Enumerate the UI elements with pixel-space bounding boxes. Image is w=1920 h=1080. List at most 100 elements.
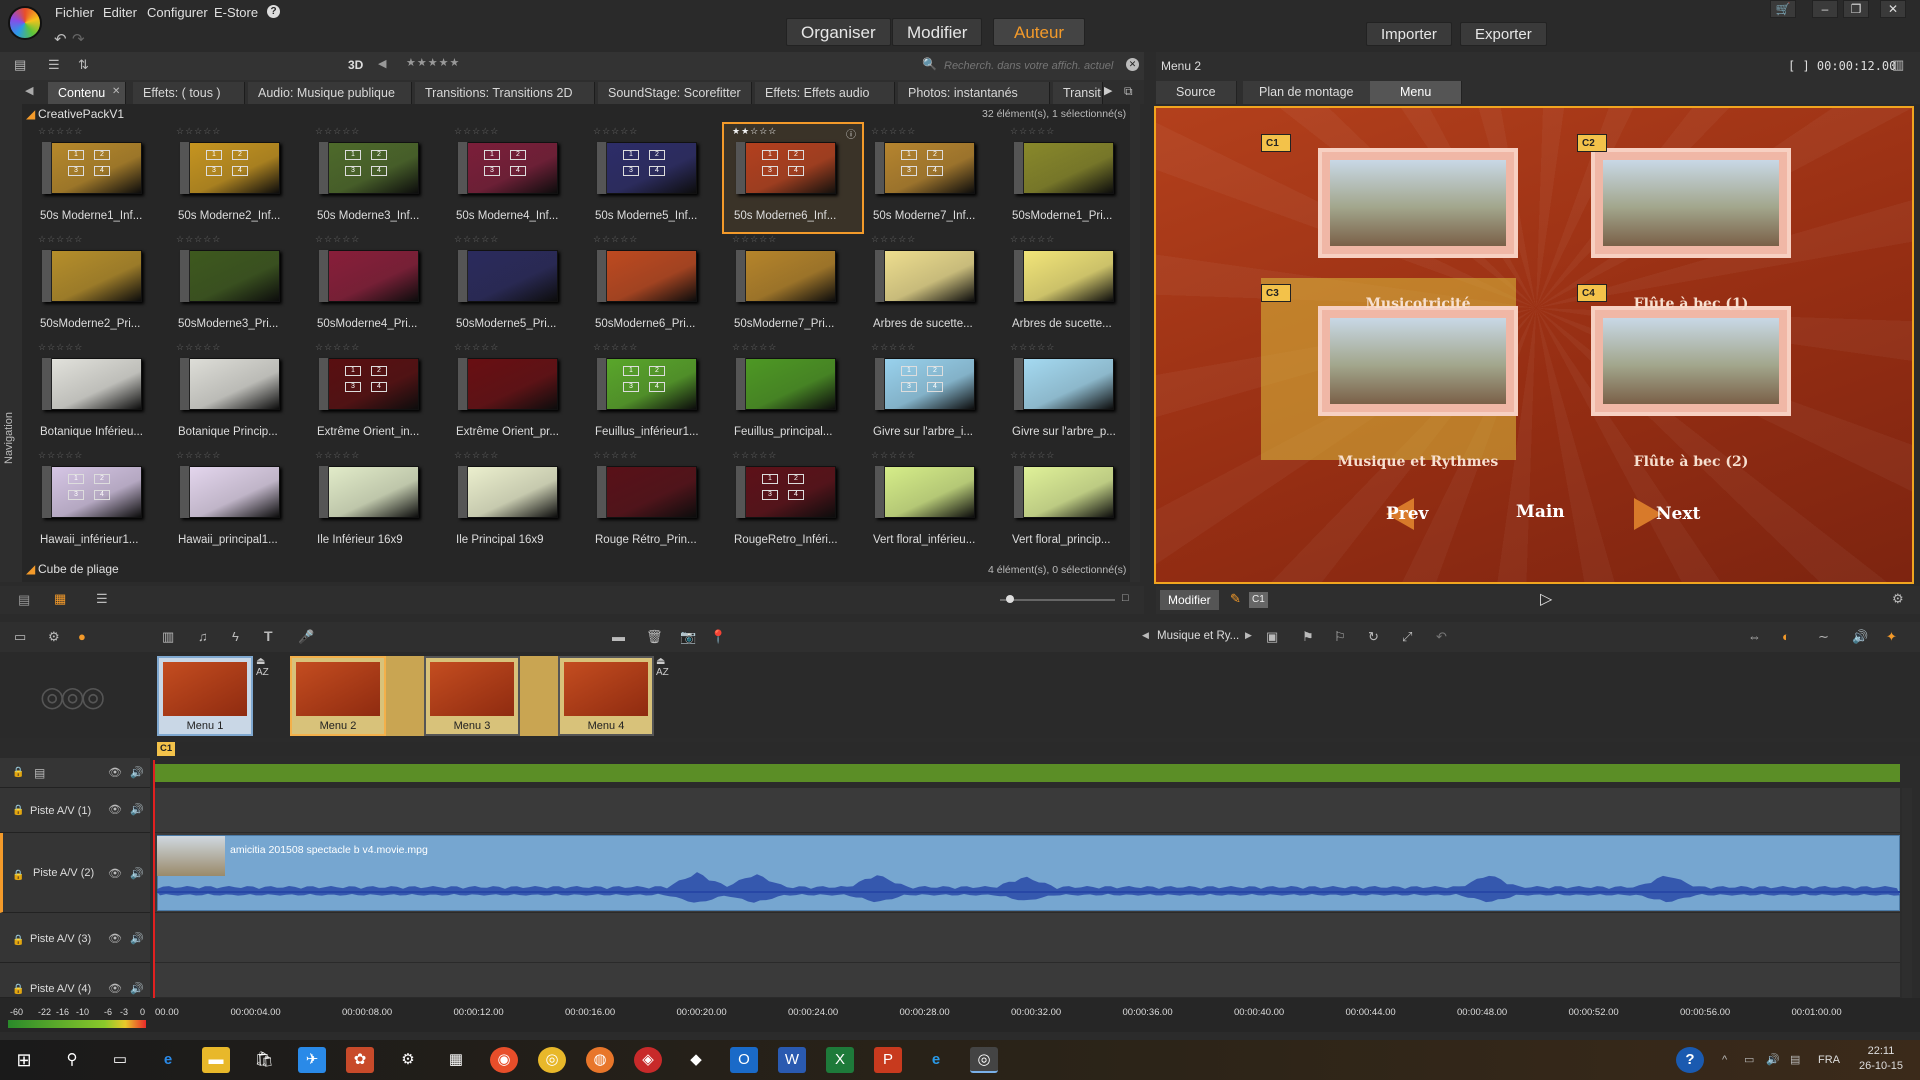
rating-stars[interactable]: ☆☆☆☆☆ [732, 450, 777, 461]
rating-stars[interactable]: ☆☆☆☆☆ [38, 234, 83, 245]
chapter-caption-2[interactable]: Flûte à bec (1) [1581, 296, 1801, 312]
chapter-badge-c2[interactable]: C2 [1577, 134, 1607, 152]
scorefitter-icon[interactable]: ♫ [198, 629, 208, 644]
rating-stars[interactable]: ☆☆☆☆☆ [315, 450, 360, 461]
library-item[interactable]: ☆☆☆☆☆ 1 2 3 4 50s Moderne4_Inf... [446, 124, 584, 232]
chapter-tag[interactable]: C1 [1249, 592, 1268, 608]
menu-file[interactable]: Fichier [55, 5, 94, 20]
speaker-icon[interactable]: 🔊 [130, 867, 144, 880]
library-item[interactable]: ☆☆☆☆☆ 1 2 3 4 50s Moderne7_Inf... [863, 124, 1001, 232]
track-prev-icon[interactable]: ◀ [1142, 630, 1149, 641]
library-item[interactable]: ☆☆☆☆☆ Ile Principal 16x9 [446, 448, 584, 556]
outlook-icon[interactable]: O [730, 1047, 758, 1073]
mode-author-button[interactable]: Auteur [993, 18, 1086, 46]
app-icon-5[interactable]: ◈ [634, 1047, 662, 1073]
rating-stars[interactable]: ☆☆☆☆☆ [732, 342, 777, 353]
rating-stars[interactable]: ☆☆☆☆☆ [454, 126, 499, 137]
cart-icon[interactable]: 🛒 [1770, 0, 1796, 18]
timeline-settings-icon[interactable]: ⚙ [48, 629, 60, 645]
razor-icon[interactable]: ▬ [612, 629, 625, 644]
fit-timeline-icon[interactable]: ⇔ [1748, 629, 1761, 644]
file-explorer-icon[interactable]: ▬ [202, 1047, 230, 1073]
clock-date[interactable]: 26-10-15 [1856, 1060, 1906, 1072]
rating-stars[interactable]: ☆☆☆☆☆ [176, 342, 221, 353]
tray-chevron-icon[interactable]: ^ [1722, 1054, 1727, 1066]
magic-icon[interactable]: ✦ [1886, 629, 1897, 645]
chapter-caption-1[interactable]: Musicotricité [1308, 296, 1528, 312]
menu-estore[interactable]: E-Store [214, 5, 258, 20]
aspect-icon[interactable]: ▣ [1266, 629, 1278, 645]
visibility-icon[interactable]: 👁 [108, 803, 122, 816]
menu-edit[interactable]: Editer [103, 5, 137, 20]
panel-toggle-icon[interactable]: ▤ [18, 592, 30, 608]
menu-link-icon[interactable]: ⏏ AZ [656, 656, 669, 678]
library-item[interactable]: ☆☆☆☆☆ 50sModerne1_Pri... [1002, 124, 1140, 232]
speaker-icon[interactable]: 🔊 [130, 982, 144, 995]
volume-icon[interactable]: 🔊 [1852, 629, 1868, 645]
tab-soundstage[interactable]: SoundStage: Scorefitter [598, 82, 752, 104]
lock-icon[interactable]: 🔒 [12, 984, 24, 995]
redo-icon[interactable]: ↷ [72, 30, 85, 48]
preview-layout-icon[interactable]: ▥ [1892, 57, 1904, 73]
excel-icon[interactable]: X [826, 1047, 854, 1073]
menu-preview[interactable]: Musicotricité Flûte à bec (1) Musique et… [1154, 106, 1914, 584]
timeline-scrollbar[interactable] [1902, 788, 1912, 998]
group2-collapse-icon[interactable]: ◢ [26, 562, 35, 576]
ie-icon[interactable]: e [922, 1047, 950, 1073]
play-icon[interactable]: ▷ [1540, 589, 1552, 609]
rating-stars[interactable]: ☆☆☆☆☆ [1010, 234, 1055, 245]
mode-modify-button[interactable]: Modifier [892, 18, 983, 46]
track-selector[interactable]: Musique et Ry... [1157, 630, 1239, 642]
voiceover-icon[interactable]: 🎤 [298, 629, 314, 645]
app-icon-1[interactable]: ✈ [298, 1047, 326, 1073]
library-item[interactable]: ☆☆☆☆☆ 50sModerne4_Pri... [307, 232, 445, 340]
rating-stars[interactable]: ☆☆☆☆☆ [593, 342, 638, 353]
library-item[interactable]: ★★☆☆☆ 1 2 3 4 50s Moderne6_Inf... ⓘ [722, 122, 864, 234]
volume-tray-icon[interactable]: 🔊 [1766, 1053, 1780, 1066]
group-title[interactable]: CreativePackV1 [38, 107, 124, 121]
tab-audio[interactable]: Audio: Musique publique [248, 82, 412, 104]
edge-icon[interactable]: e [154, 1047, 182, 1073]
info-icon[interactable]: ⓘ [846, 126, 856, 141]
network-icon[interactable]: ▭ [1744, 1053, 1754, 1066]
chapter-caption-4[interactable]: Flûte à bec (2) [1581, 454, 1801, 470]
navigation-sidebar[interactable]: Navigation [0, 104, 22, 582]
menu-thumbnail-4[interactable]: Menu 4 [558, 656, 654, 736]
undo-icon[interactable]: ↶ [54, 30, 67, 48]
windows-start-icon[interactable]: ⊞ [10, 1047, 38, 1073]
track-next-icon[interactable]: ▶ [1245, 630, 1252, 641]
library-item[interactable]: ☆☆☆☆☆ 1 2 3 4 50s Moderne1_Inf... [30, 124, 168, 232]
app-logo-icon[interactable] [8, 6, 42, 40]
group2-title[interactable]: Cube de pliage [38, 562, 119, 576]
library-item[interactable]: ☆☆☆☆☆ 1 2 3 4 Givre sur l'arbre_i... [863, 340, 1001, 448]
sync-icon[interactable]: ↻ [1368, 629, 1379, 645]
slider-handle[interactable] [1006, 595, 1014, 603]
sort-icon[interactable]: ⇅ [78, 57, 89, 73]
rating-stars[interactable]: ☆☆☆☆☆ [593, 450, 638, 461]
undo-timeline-icon[interactable]: ↶ [1436, 629, 1447, 645]
visibility-icon[interactable]: 👁 [108, 932, 122, 945]
tab-audio-effects[interactable]: Effets: Effets audio [755, 82, 895, 104]
visibility-icon[interactable]: 👁 [108, 982, 122, 995]
title-tool-icon[interactable]: T [264, 628, 273, 644]
search-icon[interactable]: 🔍 [922, 57, 937, 71]
app-icon-2[interactable]: ✿ [346, 1047, 374, 1073]
menu-thumbnail-2[interactable]: Menu 2 [290, 656, 386, 736]
rating-stars[interactable]: ☆☆☆☆☆ [732, 234, 777, 245]
rating-stars[interactable]: ☆☆☆☆☆ [38, 450, 83, 461]
chapter-thumbnail-4[interactable] [1591, 306, 1791, 416]
detach-panel-icon[interactable]: ⧉ [1124, 84, 1133, 99]
library-item[interactable]: ☆☆☆☆☆ Arbres de sucette... [1002, 232, 1140, 340]
snapshot-icon[interactable]: 📷 [680, 629, 696, 645]
rating-stars[interactable]: ☆☆☆☆☆ [1010, 450, 1055, 461]
notification-icon[interactable]: ▤ [1790, 1053, 1800, 1066]
modify-menu-button[interactable]: Modifier [1160, 590, 1219, 610]
lock-icon[interactable]: 🔒 [12, 805, 24, 816]
help-icon[interactable]: ? [267, 5, 280, 18]
store-icon[interactable]: 🛍 [250, 1047, 278, 1073]
lock-icon[interactable]: 🔒 [12, 767, 24, 778]
language-indicator[interactable]: FRA [1818, 1054, 1840, 1066]
menu-configure[interactable]: Configurer [147, 5, 208, 20]
rating-stars[interactable]: ☆☆☆☆☆ [593, 126, 638, 137]
visibility-icon[interactable]: 👁 [108, 867, 122, 880]
